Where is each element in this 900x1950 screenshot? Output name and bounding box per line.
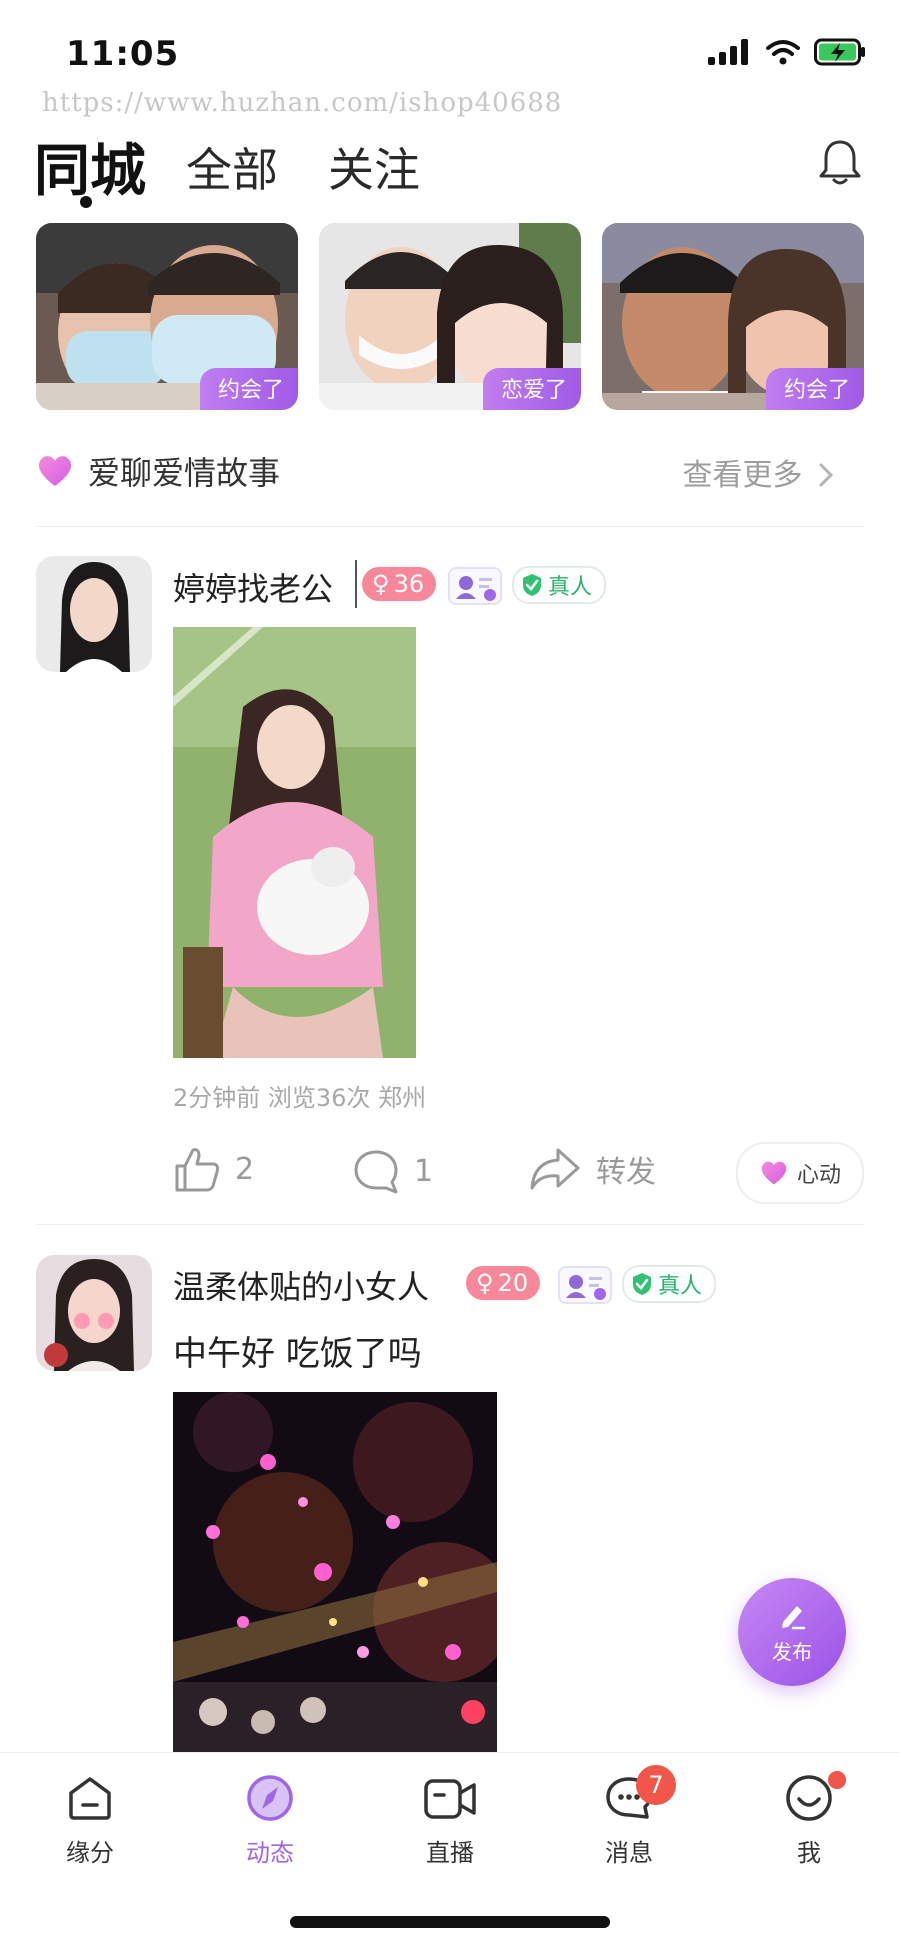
nav-item-messages[interactable]: 7 消息 <box>574 1765 684 1868</box>
story-card[interactable]: 约会了 <box>36 223 298 410</box>
username[interactable]: 温柔体贴的小女人 <box>173 1262 429 1308</box>
share-label: 转发 <box>596 1155 656 1190</box>
thumbs-up-icon <box>175 1148 219 1192</box>
story-card[interactable]: 恋爱了 <box>319 223 581 410</box>
age-badge: ♀ 20 <box>466 1266 541 1300</box>
text-cursor <box>355 560 357 608</box>
view-more-link[interactable]: 查看更多 <box>682 450 834 494</box>
share-button[interactable]: 转发 <box>528 1146 656 1192</box>
chevron-right-icon <box>819 463 834 487</box>
divider <box>36 1224 864 1225</box>
age-value: 20 <box>497 1269 529 1297</box>
female-icon: ♀ <box>476 1269 494 1297</box>
username[interactable]: 婷婷找老公 <box>173 564 333 610</box>
watermark: https://www.huzhan.com/ishop40688 <box>42 88 563 118</box>
bell-icon[interactable] <box>818 138 862 192</box>
active-tab-indicator <box>80 196 92 208</box>
avatar[interactable] <box>36 1255 152 1371</box>
story-card-badge: 恋爱了 <box>482 368 581 410</box>
heart-icon <box>761 1161 787 1185</box>
real-person-badge: 真人 <box>622 1265 717 1303</box>
age-value: 36 <box>393 570 425 598</box>
nav-item-moments[interactable]: 动态 <box>215 1773 325 1868</box>
tab-all[interactable]: 全部 <box>186 134 278 200</box>
home-indicator <box>290 1916 610 1928</box>
post-photo[interactable] <box>173 627 416 1058</box>
id-verified-icon <box>558 1266 612 1304</box>
heart-icon <box>36 454 74 492</box>
view-more-label: 查看更多 <box>682 458 803 493</box>
like-button[interactable]: 2 <box>173 1146 254 1192</box>
notification-dot <box>828 1771 846 1789</box>
comment-icon <box>354 1150 398 1194</box>
age-badge: ♀ 36 <box>362 567 437 601</box>
home-icon <box>69 1777 111 1820</box>
nav-label: 直播 <box>426 1839 474 1867</box>
nav-item-fate[interactable]: 缘分 <box>35 1773 145 1868</box>
verified-check-icon <box>523 574 541 596</box>
nav-label: 我 <box>797 1839 821 1867</box>
share-icon <box>530 1148 580 1190</box>
smile-icon <box>786 1775 832 1821</box>
nav-item-live[interactable]: 直播 <box>395 1773 505 1868</box>
post-text: 中午好 吃饭了吗 <box>173 1334 422 1374</box>
id-verified-icon <box>448 567 502 605</box>
story-card[interactable]: 约会了 <box>602 223 864 410</box>
real-person-badge: 真人 <box>512 566 607 604</box>
compass-icon <box>247 1775 293 1821</box>
nav-item-me[interactable]: 我 <box>754 1771 864 1868</box>
comment-button[interactable]: 1 <box>352 1148 433 1194</box>
post-photo[interactable] <box>173 1392 497 1752</box>
comment-count: 1 <box>414 1153 434 1189</box>
status-time: 11:05 <box>66 34 180 74</box>
story-card-badge: 约会了 <box>199 368 298 410</box>
real-person-label: 真人 <box>658 1274 703 1299</box>
female-icon: ♀ <box>372 570 390 598</box>
pen-icon <box>782 1606 806 1630</box>
publish-label: 发布 <box>772 1640 812 1664</box>
verified-check-icon <box>633 1273 651 1295</box>
tab-following[interactable]: 关注 <box>328 134 420 200</box>
video-icon <box>424 1779 476 1819</box>
unread-count-badge: 7 <box>636 1765 676 1805</box>
like-count: 2 <box>235 1151 255 1187</box>
post-meta: 2分钟前 浏览36次 郑州 <box>173 1084 427 1112</box>
publish-button[interactable]: 发布 <box>738 1578 846 1686</box>
heart-label: 心动 <box>796 1163 841 1188</box>
nav-label: 缘分 <box>66 1839 114 1867</box>
heart-button[interactable]: 心动 <box>736 1142 864 1204</box>
tab-same-city[interactable]: 同城 <box>34 126 146 207</box>
story-card-badge: 约会了 <box>765 368 864 410</box>
nav-label: 动态 <box>246 1839 294 1867</box>
love-stories-title: 爱聊爱情故事 <box>88 454 281 492</box>
avatar[interactable] <box>36 556 152 672</box>
status-icons <box>708 38 866 66</box>
wifi-icon <box>766 40 800 65</box>
battery-charging-icon <box>814 38 865 66</box>
divider <box>36 526 864 527</box>
real-person-label: 真人 <box>548 575 593 600</box>
nav-label: 消息 <box>605 1839 653 1867</box>
signal-icon <box>708 39 748 65</box>
